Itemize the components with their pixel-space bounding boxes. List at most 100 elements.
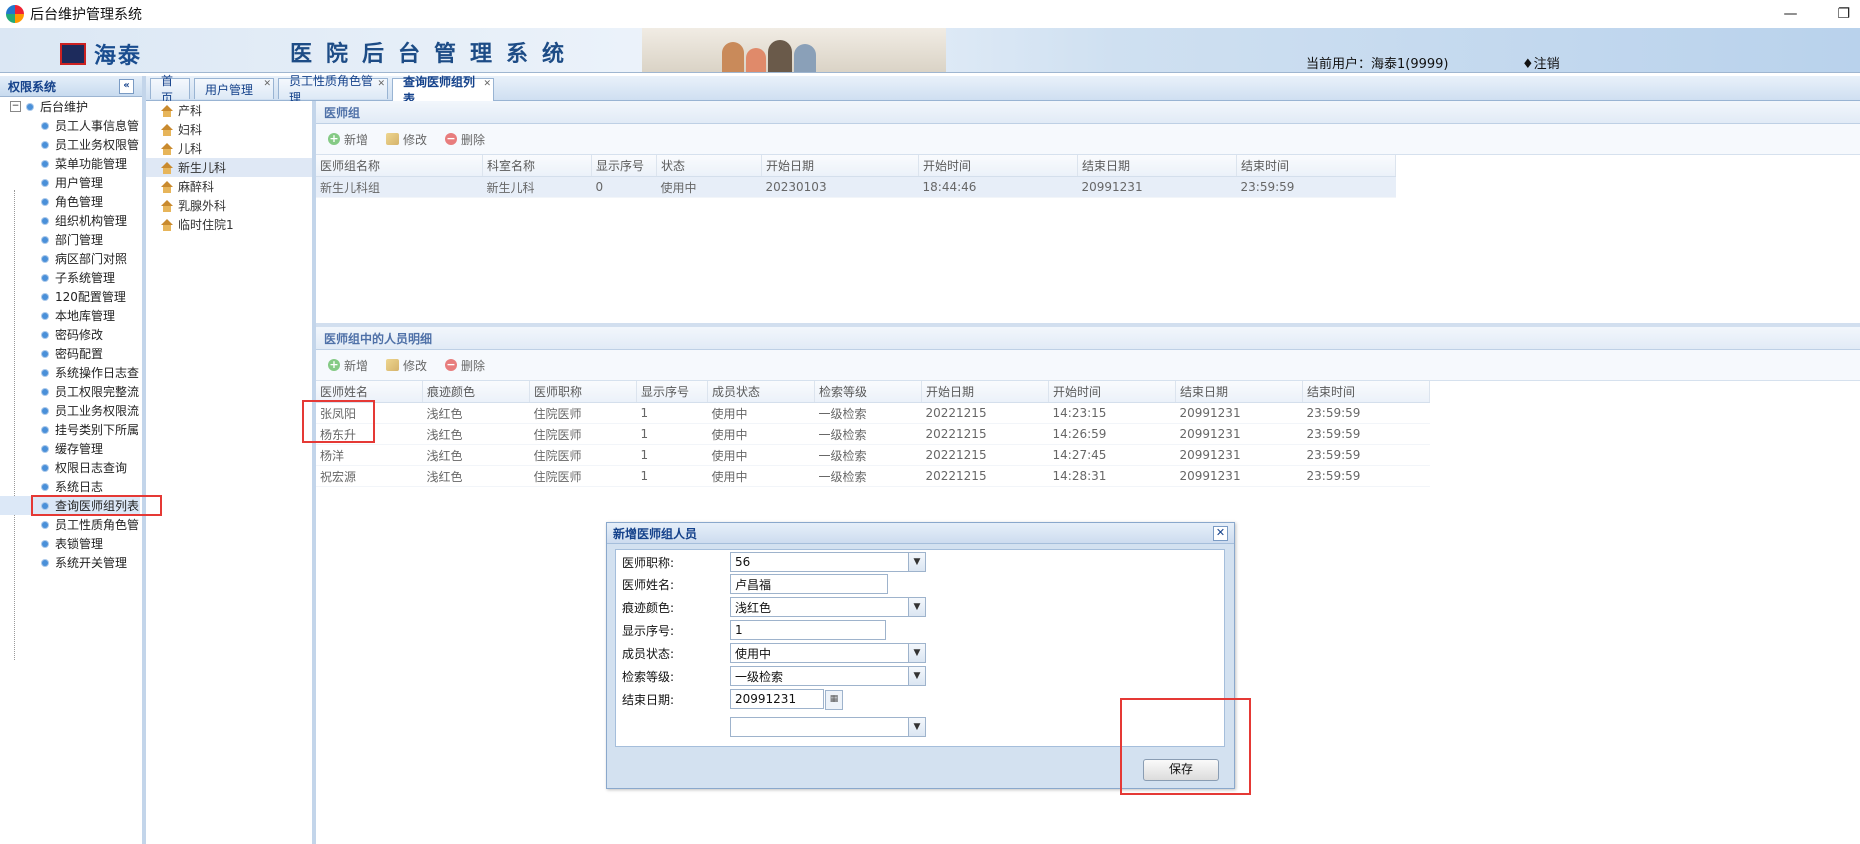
sidebar-item[interactable]: 员工业务权限管: [0, 135, 140, 154]
department-item[interactable]: 乳腺外科: [146, 196, 312, 215]
tree-node-icon: [42, 445, 48, 452]
sidebar-item[interactable]: 缓存管理: [0, 439, 140, 458]
close-icon[interactable]: ✕: [377, 79, 385, 89]
tree-node-icon: [42, 521, 48, 528]
sidebar-item[interactable]: 本地库管理: [0, 306, 140, 325]
department-item[interactable]: 产科: [146, 101, 312, 120]
department-item[interactable]: 儿科: [146, 139, 312, 158]
sidebar-item[interactable]: 病区部门对照: [0, 249, 140, 268]
tab-home[interactable]: 首页: [150, 74, 190, 105]
sidebar-item[interactable]: 密码修改: [0, 325, 140, 344]
sidebar-item[interactable]: 员工权限完整流: [0, 382, 140, 401]
window-title: 后台维护管理系统: [30, 7, 142, 23]
tree-root[interactable]: − 后台维护: [0, 97, 142, 116]
sidebar-item[interactable]: 权限日志查询: [0, 458, 140, 477]
sidebar-item[interactable]: 子系统管理: [0, 268, 140, 287]
department-label: 产科: [178, 104, 203, 118]
department-label: 儿科: [178, 142, 203, 156]
department-item[interactable]: 妇科: [146, 120, 312, 139]
sidebar-item-label: 员工人事信息管: [55, 119, 140, 133]
left-panel-title: 权限系统: [8, 79, 57, 94]
house-icon: [160, 142, 174, 155]
brand-name: 海泰: [94, 43, 143, 69]
department-label: 麻醉科: [178, 180, 215, 194]
dialog-close-icon[interactable]: ✕: [1213, 526, 1228, 541]
sidebar-item-label: 员工业务权限流: [55, 404, 140, 418]
house-icon: [160, 218, 174, 231]
sidebar-item[interactable]: 用户管理: [0, 173, 140, 192]
collapse-icon[interactable]: «: [119, 79, 134, 94]
sidebar-item[interactable]: 菜单功能管理: [0, 154, 140, 173]
doctor-name-label: 医师姓名:: [622, 577, 675, 592]
annotation-box-add: [302, 400, 375, 443]
doctor-name-input[interactable]: 卢昌福: [730, 574, 888, 594]
tree-node-icon: [42, 217, 48, 224]
sidebar-item-label: 120配置管理: [55, 290, 126, 304]
sidebar-item[interactable]: 120配置管理: [0, 287, 140, 306]
tree-node-icon: [42, 255, 48, 262]
search-level-select[interactable]: 一级检索 ▼: [730, 666, 926, 686]
tab-user-management[interactable]: 用户管理 ✕: [194, 78, 274, 99]
sidebar-item[interactable]: 员工业务权限流: [0, 401, 140, 420]
doctor-title-select[interactable]: 56 ▼: [730, 552, 926, 572]
sidebar-item[interactable]: 挂号类别下所属: [0, 420, 140, 439]
annotation-box-sidebar: [31, 495, 162, 516]
sidebar-item[interactable]: 系统日志: [0, 477, 140, 496]
sidebar-item[interactable]: 组织机构管理: [0, 211, 140, 230]
minimize-button[interactable]: —: [1783, 6, 1797, 22]
member-status-select[interactable]: 使用中 ▼: [730, 643, 926, 663]
tree-node-icon: [42, 274, 48, 281]
sidebar-item[interactable]: 角色管理: [0, 192, 140, 211]
chevron-down-icon[interactable]: ▼: [908, 553, 925, 571]
chevron-down-icon[interactable]: ▼: [908, 718, 925, 736]
sidebar-item[interactable]: 表锁管理: [0, 534, 140, 553]
doctor-title-label: 医师职称:: [622, 555, 675, 570]
maximize-button[interactable]: ❐: [1837, 6, 1850, 22]
sidebar-item-label: 子系统管理: [55, 271, 116, 285]
banner-photo: [642, 28, 946, 72]
sidebar-item-label: 缓存管理: [55, 442, 104, 456]
chevron-down-icon[interactable]: ▼: [908, 667, 925, 685]
sidebar-item[interactable]: 系统开关管理: [0, 553, 140, 572]
end-date-input[interactable]: 20991231 ▦: [730, 689, 843, 710]
close-icon[interactable]: ✕: [483, 79, 491, 89]
brand-mark-icon: [60, 43, 86, 65]
tab-doctor-group-list[interactable]: 查询医师组列表 ✕: [392, 75, 494, 106]
sidebar-item-label: 角色管理: [55, 195, 104, 209]
tree-node-icon: [42, 388, 48, 395]
tree-node-icon: [42, 141, 48, 148]
end-date-label: 结束日期:: [622, 692, 675, 707]
tree-node-icon: [42, 426, 48, 433]
current-user: 当前用户：海泰1(9999): [1306, 57, 1449, 72]
sidebar-item-label: 员工权限完整流: [55, 385, 140, 399]
close-icon[interactable]: ✕: [263, 79, 271, 89]
sidebar-item[interactable]: 密码配置: [0, 344, 140, 363]
sidebar-item[interactable]: 员工人事信息管: [0, 116, 140, 135]
sidebar-item[interactable]: 系统操作日志查: [0, 363, 140, 382]
window-titlebar: 后台维护管理系统 — ❐: [0, 0, 1860, 28]
annotation-box-save: [1120, 698, 1251, 795]
display-order-label: 显示序号:: [622, 623, 675, 638]
tree-expand-icon[interactable]: −: [10, 101, 21, 112]
department-item[interactable]: 新生儿科: [146, 158, 312, 177]
calendar-icon[interactable]: ▦: [825, 690, 843, 710]
dialog-title: 新增医师组人员: [613, 526, 698, 541]
tree-node-icon: [42, 464, 48, 471]
logout-link[interactable]: ♦注销: [1522, 53, 1560, 72]
sidebar-item[interactable]: 员工性质角色管: [0, 515, 140, 534]
tree-node-icon: [42, 559, 48, 566]
chevron-down-icon[interactable]: ▼: [908, 598, 925, 616]
sidebar-item[interactable]: 部门管理: [0, 230, 140, 249]
sidebar-item-label: 密码修改: [55, 328, 104, 342]
trace-color-select[interactable]: 浅红色 ▼: [730, 597, 926, 617]
extra-select[interactable]: ▼: [730, 717, 926, 737]
tree-node-icon: [42, 369, 48, 376]
chevron-down-icon[interactable]: ▼: [908, 644, 925, 662]
tree-node-icon: [42, 122, 48, 129]
sidebar-item-label: 菜单功能管理: [55, 157, 128, 171]
tab-staff-role[interactable]: 员工性质角色管理 ✕: [278, 74, 388, 105]
department-item[interactable]: 临时住院1: [146, 215, 312, 234]
brand-logo: 海泰: [60, 38, 142, 70]
display-order-input[interactable]: 1: [730, 620, 886, 640]
department-item[interactable]: 麻醉科: [146, 177, 312, 196]
